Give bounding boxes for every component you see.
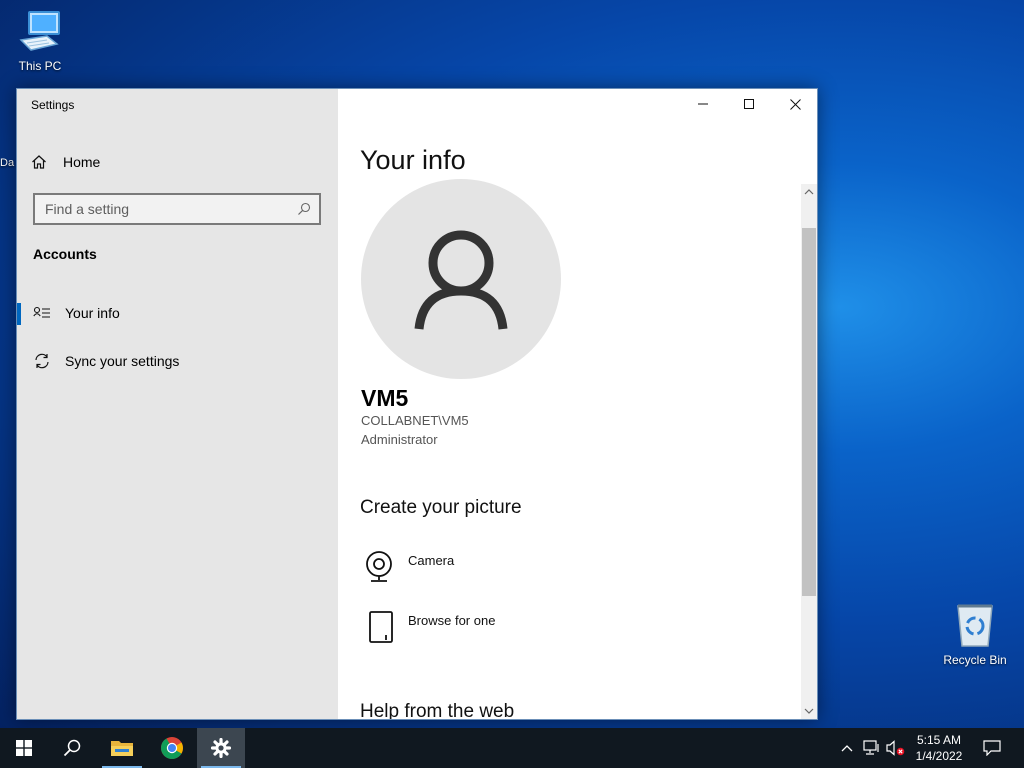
home-icon [31, 154, 49, 170]
taskbar-search-button[interactable] [48, 728, 96, 768]
recycle-bin-label: Recycle Bin [943, 653, 1007, 667]
contact-card-icon [33, 306, 51, 320]
search-icon [63, 739, 81, 757]
browse-for-one-option[interactable]: Browse for one [362, 609, 495, 645]
this-pc-label: This PC [18, 59, 62, 73]
chrome-taskbar-button[interactable] [148, 728, 196, 768]
taskbar-clock[interactable]: 5:15 AM 1/4/2022 [908, 728, 970, 768]
sync-icon [33, 352, 51, 370]
speaker-muted-icon [886, 740, 905, 756]
search-icon[interactable] [297, 202, 311, 216]
camera-option-label: Camera [408, 553, 455, 568]
maximize-icon [744, 99, 754, 109]
user-account-type: Administrator [361, 432, 438, 447]
recycle-bin-icon [935, 602, 1015, 651]
user-account-path: COLLABNET\VM5 [361, 413, 469, 428]
start-icon [16, 740, 32, 756]
recycle-bin-desktop-icon[interactable]: Recycle Bin [935, 602, 1015, 667]
find-setting-search-box[interactable] [33, 193, 321, 225]
window-title: Settings [31, 98, 75, 112]
file-explorer-taskbar-button[interactable] [98, 728, 146, 768]
home-label: Home [63, 154, 101, 170]
scroll-up-arrow-icon[interactable] [801, 184, 817, 200]
user-display-name: VM5 [361, 385, 409, 411]
camera-option[interactable]: Camera [362, 549, 454, 585]
chevron-up-icon [841, 745, 853, 752]
find-setting-input[interactable] [45, 201, 297, 217]
notification-icon [983, 740, 1001, 756]
minimize-icon [698, 103, 708, 105]
create-picture-heading: Create your picture [360, 497, 522, 518]
minimize-button[interactable] [680, 89, 726, 119]
accounts-section-heading: Accounts [33, 246, 97, 262]
settings-content-pane: Your info VM5 COLLABNET\VM5 Administrato… [338, 89, 817, 719]
settings-window: Settings Home Accounts Your info [16, 88, 818, 720]
camera-icon [362, 549, 398, 585]
chrome-icon [161, 737, 183, 759]
network-wired-icon [863, 740, 879, 755]
selection-indicator [17, 303, 21, 325]
page-title: Your info [360, 145, 466, 175]
clock-date: 1/4/2022 [915, 749, 963, 763]
taskbar: 5:15 AM 1/4/2022 [0, 728, 1024, 768]
partial-desktop-icon-label: Da [0, 157, 15, 169]
browse-option-label: Browse for one [408, 613, 496, 628]
action-center-button[interactable] [978, 728, 1006, 768]
sidebar-item-label: Sync your settings [65, 353, 180, 369]
scroll-down-arrow-icon[interactable] [801, 703, 817, 719]
show-hidden-icons-button[interactable] [838, 728, 856, 768]
browse-file-icon [362, 609, 398, 645]
file-explorer-icon [111, 741, 133, 756]
start-button[interactable] [0, 728, 48, 768]
close-button[interactable] [772, 89, 818, 119]
user-silhouette-icon [414, 230, 508, 330]
close-icon [789, 98, 801, 110]
maximize-button[interactable] [726, 89, 772, 119]
settings-taskbar-button[interactable] [197, 728, 245, 768]
settings-gear-icon [211, 738, 231, 758]
this-pc-desktop-icon[interactable]: This PC [0, 10, 80, 73]
scrollbar-thumb[interactable] [802, 228, 816, 596]
sidebar-item-label: Your info [65, 305, 120, 321]
computer-icon [0, 10, 80, 57]
settings-sidebar: Settings Home Accounts Your info [17, 89, 338, 719]
volume-tray-button[interactable] [884, 728, 908, 768]
sidebar-item-sync-settings[interactable]: Sync your settings [17, 341, 338, 381]
content-scrollbar[interactable] [801, 184, 817, 719]
user-avatar [361, 179, 561, 379]
sidebar-item-your-info[interactable]: Your info [17, 293, 338, 333]
clock-time: 5:15 AM [916, 733, 962, 747]
network-tray-button[interactable] [860, 728, 884, 768]
home-nav-item[interactable]: Home [31, 151, 100, 173]
help-from-web-heading: Help from the web [360, 701, 515, 719]
